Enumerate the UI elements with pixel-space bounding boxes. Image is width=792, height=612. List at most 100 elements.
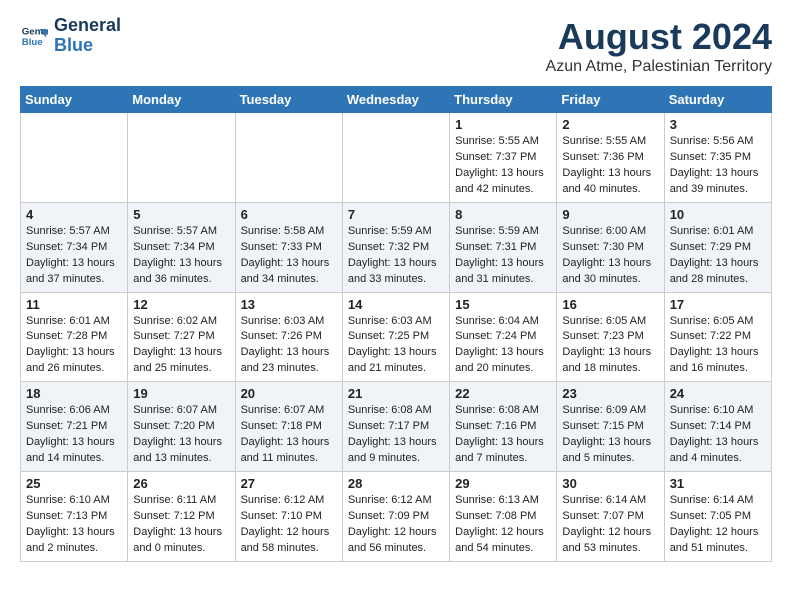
calendar-cell: 26 Sunrise: 6:11 AM Sunset: 7:12 PM Dayli… <box>128 472 235 562</box>
calendar-cell: 1 Sunrise: 5:55 AM Sunset: 7:37 PM Daylig… <box>450 113 557 203</box>
calendar-cell: 29 Sunrise: 6:13 AM Sunset: 7:08 PM Dayli… <box>450 472 557 562</box>
day-number: 19 <box>133 386 229 401</box>
calendar-cell: 25 Sunrise: 6:10 AM Sunset: 7:13 PM Dayli… <box>21 472 128 562</box>
day-info: Sunrise: 6:08 AM Sunset: 7:17 PM Dayligh… <box>348 403 444 467</box>
logo-icon: General Blue <box>20 22 48 50</box>
calendar-cell: 3Sunrise: 5:56 AM Sunset: 7:35 PM Daylig… <box>664 113 771 203</box>
day-number: 12 <box>133 297 229 312</box>
day-number: 5 <box>133 207 229 222</box>
day-info: Sunrise: 6:01 AM Sunset: 7:29 PM Dayligh… <box>670 224 766 288</box>
week-row-1: 1 Sunrise: 5:55 AM Sunset: 7:37 PM Daylig… <box>21 113 772 203</box>
month-title: August 2024 <box>546 16 772 58</box>
calendar-cell: 10 Sunrise: 6:01 AM Sunset: 7:29 PM Dayli… <box>664 202 771 292</box>
day-number: 10 <box>670 207 766 222</box>
day-number: 1 <box>455 117 551 132</box>
calendar-cell: 14Sunrise: 6:03 AM Sunset: 7:25 PM Dayli… <box>342 292 449 382</box>
calendar-cell: 18 Sunrise: 6:06 AM Sunset: 7:21 PM Dayli… <box>21 382 128 472</box>
day-info: Sunrise: 6:11 AM Sunset: 7:12 PM Dayligh… <box>133 493 229 557</box>
day-number: 25 <box>26 476 122 491</box>
calendar-cell: 28 Sunrise: 6:12 AM Sunset: 7:09 PM Dayli… <box>342 472 449 562</box>
day-info: Sunrise: 6:03 AM Sunset: 7:26 PM Dayligh… <box>241 314 337 378</box>
calendar-cell: 17 Sunrise: 6:05 AM Sunset: 7:22 PM Dayli… <box>664 292 771 382</box>
day-info: Sunrise: 5:55 AM Sunset: 7:37 PM Dayligh… <box>455 134 551 198</box>
day-info: Sunrise: 6:13 AM Sunset: 7:08 PM Dayligh… <box>455 493 551 557</box>
day-info: Sunrise: 6:10 AM Sunset: 7:14 PM Dayligh… <box>670 403 766 467</box>
day-info: Sunrise: 6:09 AM Sunset: 7:15 PM Dayligh… <box>562 403 658 467</box>
week-row-2: 4 Sunrise: 5:57 AM Sunset: 7:34 PM Daylig… <box>21 202 772 292</box>
day-info: Sunrise: 5:57 AM Sunset: 7:34 PM Dayligh… <box>26 224 122 288</box>
weekday-header-tuesday: Tuesday <box>235 87 342 113</box>
day-info: Sunrise: 6:02 AM Sunset: 7:27 PM Dayligh… <box>133 314 229 378</box>
day-number: 28 <box>348 476 444 491</box>
calendar-cell <box>342 113 449 203</box>
day-number: 4 <box>26 207 122 222</box>
day-info: Sunrise: 5:59 AM Sunset: 7:32 PM Dayligh… <box>348 224 444 288</box>
weekday-header-friday: Friday <box>557 87 664 113</box>
calendar-cell: 15 Sunrise: 6:04 AM Sunset: 7:24 PM Dayli… <box>450 292 557 382</box>
calendar-cell: 8 Sunrise: 5:59 AM Sunset: 7:31 PM Daylig… <box>450 202 557 292</box>
day-info: Sunrise: 6:12 AM Sunset: 7:10 PM Dayligh… <box>241 493 337 557</box>
logo-line2: Blue <box>54 36 121 56</box>
day-number: 8 <box>455 207 551 222</box>
day-number: 15 <box>455 297 551 312</box>
day-number: 13 <box>241 297 337 312</box>
day-number: 22 <box>455 386 551 401</box>
day-info: Sunrise: 6:01 AM Sunset: 7:28 PM Dayligh… <box>26 314 122 378</box>
day-number: 7 <box>348 207 444 222</box>
day-info: Sunrise: 6:03 AM Sunset: 7:25 PM Dayligh… <box>348 314 444 378</box>
calendar-cell: 21Sunrise: 6:08 AM Sunset: 7:17 PM Dayli… <box>342 382 449 472</box>
day-info: Sunrise: 6:05 AM Sunset: 7:23 PM Dayligh… <box>562 314 658 378</box>
weekday-header-monday: Monday <box>128 87 235 113</box>
day-number: 31 <box>670 476 766 491</box>
day-number: 9 <box>562 207 658 222</box>
day-info: Sunrise: 5:59 AM Sunset: 7:31 PM Dayligh… <box>455 224 551 288</box>
calendar-cell: 13 Sunrise: 6:03 AM Sunset: 7:26 PM Dayli… <box>235 292 342 382</box>
calendar-cell: 12 Sunrise: 6:02 AM Sunset: 7:27 PM Dayli… <box>128 292 235 382</box>
svg-text:Blue: Blue <box>22 37 43 48</box>
calendar-cell: 24 Sunrise: 6:10 AM Sunset: 7:14 PM Dayli… <box>664 382 771 472</box>
calendar-cell <box>128 113 235 203</box>
calendar-cell: 27Sunrise: 6:12 AM Sunset: 7:10 PM Dayli… <box>235 472 342 562</box>
calendar-cell: 23 Sunrise: 6:09 AM Sunset: 7:15 PM Dayli… <box>557 382 664 472</box>
day-info: Sunrise: 6:07 AM Sunset: 7:18 PM Dayligh… <box>241 403 337 467</box>
day-number: 3 <box>670 117 766 132</box>
calendar-table: SundayMondayTuesdayWednesdayThursdayFrid… <box>20 86 772 562</box>
calendar-cell: 16Sunrise: 6:05 AM Sunset: 7:23 PM Dayli… <box>557 292 664 382</box>
week-row-4: 18 Sunrise: 6:06 AM Sunset: 7:21 PM Dayli… <box>21 382 772 472</box>
calendar-cell: 19Sunrise: 6:07 AM Sunset: 7:20 PM Dayli… <box>128 382 235 472</box>
day-number: 26 <box>133 476 229 491</box>
day-info: Sunrise: 6:06 AM Sunset: 7:21 PM Dayligh… <box>26 403 122 467</box>
day-info: Sunrise: 6:12 AM Sunset: 7:09 PM Dayligh… <box>348 493 444 557</box>
day-info: Sunrise: 6:05 AM Sunset: 7:22 PM Dayligh… <box>670 314 766 378</box>
day-info: Sunrise: 6:04 AM Sunset: 7:24 PM Dayligh… <box>455 314 551 378</box>
day-number: 2 <box>562 117 658 132</box>
week-row-3: 11Sunrise: 6:01 AM Sunset: 7:28 PM Dayli… <box>21 292 772 382</box>
calendar-cell: 2 Sunrise: 5:55 AM Sunset: 7:36 PM Daylig… <box>557 113 664 203</box>
day-number: 17 <box>670 297 766 312</box>
location: Azun Atme, Palestinian Territory <box>546 58 772 76</box>
weekday-header-saturday: Saturday <box>664 87 771 113</box>
calendar-cell: 30 Sunrise: 6:14 AM Sunset: 7:07 PM Dayli… <box>557 472 664 562</box>
week-row-5: 25 Sunrise: 6:10 AM Sunset: 7:13 PM Dayli… <box>21 472 772 562</box>
calendar-cell: 31Sunrise: 6:14 AM Sunset: 7:05 PM Dayli… <box>664 472 771 562</box>
day-info: Sunrise: 6:14 AM Sunset: 7:07 PM Dayligh… <box>562 493 658 557</box>
calendar-cell: 20 Sunrise: 6:07 AM Sunset: 7:18 PM Dayli… <box>235 382 342 472</box>
calendar-cell: 11Sunrise: 6:01 AM Sunset: 7:28 PM Dayli… <box>21 292 128 382</box>
page-header: General Blue General Blue August 2024 Az… <box>20 16 772 76</box>
weekday-header-row: SundayMondayTuesdayWednesdayThursdayFrid… <box>21 87 772 113</box>
day-info: Sunrise: 6:10 AM Sunset: 7:13 PM Dayligh… <box>26 493 122 557</box>
calendar-cell: 6Sunrise: 5:58 AM Sunset: 7:33 PM Daylig… <box>235 202 342 292</box>
calendar-cell: 7 Sunrise: 5:59 AM Sunset: 7:32 PM Daylig… <box>342 202 449 292</box>
day-number: 24 <box>670 386 766 401</box>
day-info: Sunrise: 6:00 AM Sunset: 7:30 PM Dayligh… <box>562 224 658 288</box>
day-number: 23 <box>562 386 658 401</box>
day-number: 29 <box>455 476 551 491</box>
day-number: 20 <box>241 386 337 401</box>
calendar-cell: 22Sunrise: 6:08 AM Sunset: 7:16 PM Dayli… <box>450 382 557 472</box>
day-info: Sunrise: 5:55 AM Sunset: 7:36 PM Dayligh… <box>562 134 658 198</box>
weekday-header-thursday: Thursday <box>450 87 557 113</box>
calendar-cell: 5Sunrise: 5:57 AM Sunset: 7:34 PM Daylig… <box>128 202 235 292</box>
day-number: 18 <box>26 386 122 401</box>
day-number: 30 <box>562 476 658 491</box>
calendar-body: 1 Sunrise: 5:55 AM Sunset: 7:37 PM Daylig… <box>21 113 772 562</box>
